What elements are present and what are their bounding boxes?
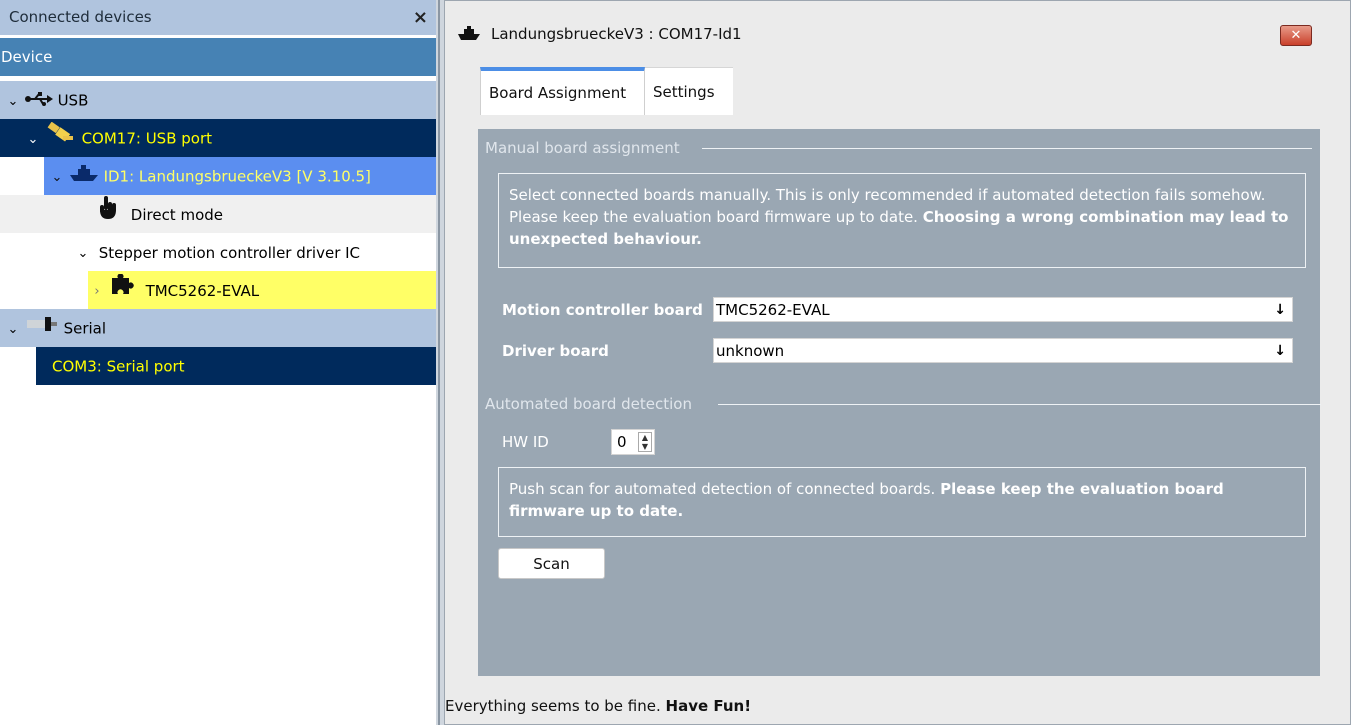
panel-splitter[interactable] — [436, 0, 444, 725]
auto-info-box: Push scan for automated detection of con… — [498, 467, 1306, 537]
tree-item-id1[interactable]: ⌄ ID1: LandungsbrueckeV3 [V 3.10.5] — [44, 157, 436, 195]
panel-header: Connected devices × — [0, 0, 436, 35]
usb-icon — [24, 82, 53, 120]
group-divider — [718, 404, 1321, 405]
board-assignment-panel: Manual board assignment Select connected… — [478, 129, 1321, 676]
tree-item-label: USB — [57, 91, 89, 110]
window-title-bar[interactable]: LandungsbrueckeV3 : COM17-Id1 ✕ — [445, 1, 1350, 59]
ship-icon — [69, 158, 99, 196]
tree-item-stepper-controller[interactable]: ⌄ Stepper motion controller driver IC — [0, 233, 436, 271]
tree-item-com3[interactable]: COM3: Serial port — [36, 347, 436, 385]
hw-id-value: 0 — [617, 433, 627, 451]
tree-item-label: Direct mode — [130, 206, 224, 224]
window-close-button[interactable]: ✕ — [1280, 25, 1312, 46]
status-text: Everything seems to be fine. — [445, 697, 666, 715]
chevron-down-icon[interactable]: ⌄ — [6, 311, 20, 349]
driver-board-label: Driver board — [502, 342, 609, 360]
chevron-down-icon[interactable]: ⌄ — [76, 235, 90, 273]
tree-item-tmc5262-eval[interactable]: › TMC5262-EVAL — [88, 271, 436, 309]
panel-title: Connected devices — [9, 8, 152, 26]
driver-board-value: unknown — [716, 342, 785, 360]
column-header-device[interactable]: Device — [0, 38, 436, 76]
chevron-down-icon[interactable]: ⌄ — [26, 121, 40, 159]
tree-item-label: COM17: USB port — [81, 129, 212, 148]
puzzle-icon — [109, 272, 135, 310]
scan-button[interactable]: Scan — [498, 548, 605, 579]
hw-id-spinbox[interactable]: 0 ▲ ▼ — [611, 429, 655, 455]
tree-item-com17[interactable]: ⌄ COM17: USB port — [0, 119, 436, 157]
hw-id-label: HW ID — [502, 433, 549, 451]
tree-item-usb[interactable]: ⌄ USB — [0, 81, 436, 119]
group-title-auto: Automated board detection — [485, 395, 692, 413]
connected-devices-panel: Connected devices × Device ⌄ USB ⌄ COM17… — [0, 0, 436, 725]
column-header-label: Device — [1, 48, 53, 66]
tree-item-label: TMC5262-EVAL — [145, 281, 260, 300]
group-title-manual: Manual board assignment — [485, 139, 680, 157]
chevron-right-icon[interactable]: › — [90, 273, 104, 311]
motion-controller-value: TMC5262-EVAL — [716, 301, 830, 319]
serial-plug-icon — [25, 310, 59, 348]
chevron-down-icon[interactable]: ⌄ — [50, 159, 64, 197]
tab-settings[interactable]: Settings — [645, 67, 733, 115]
panel-close-button[interactable]: × — [413, 0, 428, 35]
spin-arrows-icon[interactable]: ▲ ▼ — [638, 432, 652, 452]
tree-item-label: ID1: LandungsbrueckeV3 [V 3.10.5] — [103, 167, 371, 186]
device-window: LandungsbrueckeV3 : COM17-Id1 ✕ Board As… — [444, 0, 1351, 725]
status-bar: Everything seems to be fine. Have Fun! — [445, 691, 1350, 721]
manual-info-box: Select connected boards manually. This i… — [498, 173, 1306, 268]
group-divider — [702, 148, 1312, 149]
usb-plug-icon — [45, 120, 77, 158]
dropdown-arrow-icon: ↓ — [1274, 302, 1286, 318]
motion-controller-label: Motion controller board — [502, 301, 703, 319]
tree-item-label: COM3: Serial port — [52, 357, 185, 376]
status-emphasis: Have Fun! — [665, 697, 752, 715]
tree-item-label: Serial — [63, 319, 107, 338]
motion-controller-select[interactable]: TMC5262-EVAL ↓ — [713, 297, 1293, 322]
ship-icon — [457, 25, 481, 45]
tab-board-assignment[interactable]: Board Assignment — [480, 67, 645, 115]
hand-pointer-icon — [98, 195, 120, 235]
auto-info-text: Push scan for automated detection of con… — [509, 480, 941, 498]
tree-item-direct-mode[interactable]: Direct mode — [0, 195, 436, 233]
dropdown-arrow-icon: ↓ — [1274, 343, 1286, 359]
driver-board-select[interactable]: unknown ↓ — [713, 338, 1293, 363]
tree-item-label: Stepper motion controller driver IC — [98, 243, 361, 262]
window-title: LandungsbrueckeV3 : COM17-Id1 — [491, 25, 742, 43]
tree-item-serial[interactable]: ⌄ Serial — [0, 309, 436, 347]
chevron-down-icon[interactable]: ⌄ — [6, 83, 20, 121]
